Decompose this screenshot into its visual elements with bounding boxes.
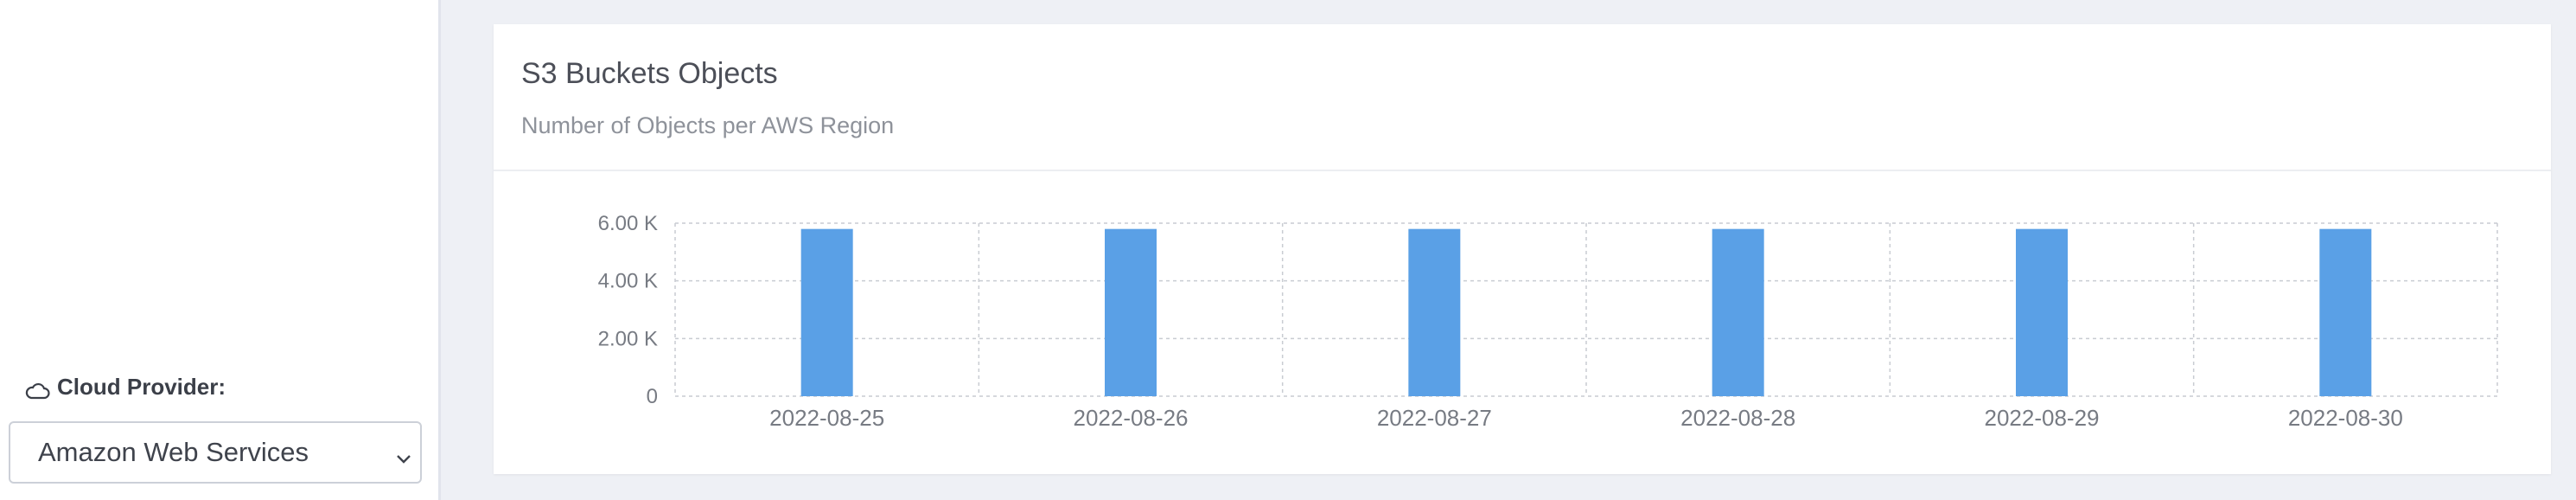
x-tick-label: 2022-08-26 [1074, 405, 1189, 431]
cloud-provider-label: Cloud Provider: [24, 374, 226, 401]
s3-objects-chart: 0 2.00 K 4.00 K 6.00 K 2022-08-25 2022-08-26 2… [598, 212, 2498, 431]
cloud-provider-select[interactable]: Amazon Web Services [9, 421, 422, 484]
y-tick-label: 6.00 K [598, 212, 658, 235]
x-tick-label: 2022-08-27 [1377, 405, 1492, 431]
cloud-provider-label-text: Cloud Provider: [57, 374, 226, 400]
y-tick-label: 2.00 K [598, 327, 658, 350]
bar [800, 228, 853, 396]
chevron-down-icon [394, 444, 413, 464]
x-tick-label: 2022-08-25 [769, 405, 884, 431]
bar [2319, 228, 2372, 396]
bar [1712, 228, 1764, 396]
cloud-provider-selected-value: Amazon Web Services [38, 437, 309, 467]
x-tick-label: 2022-08-28 [1680, 405, 1795, 431]
sidebar-border [438, 0, 441, 500]
sidebar: Cloud Provider: Amazon Web Services [0, 0, 438, 500]
bar [1408, 228, 1461, 396]
x-tick-label: 2022-08-30 [2288, 405, 2403, 431]
y-tick-label: 0 [647, 385, 658, 408]
cloud-icon [24, 379, 50, 399]
bar [2016, 228, 2068, 396]
s3-objects-card: S3 Buckets Objects Number of Objects per… [494, 24, 2551, 474]
x-tick-label: 2022-08-29 [1985, 405, 2100, 431]
bar [1105, 228, 1157, 396]
y-tick-label: 4.00 K [598, 270, 658, 293]
